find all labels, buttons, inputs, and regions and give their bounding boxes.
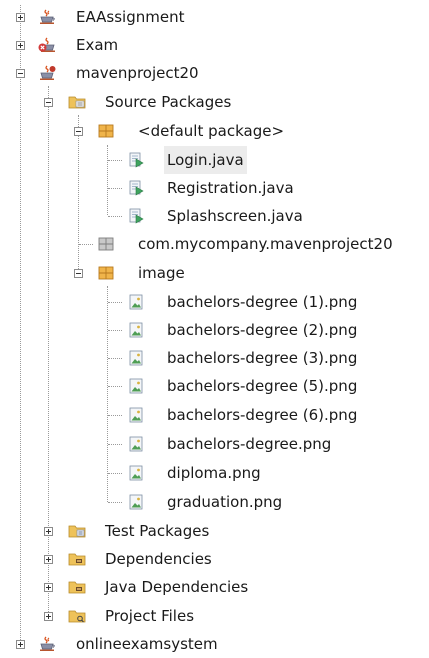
tree-node-image-package[interactable]: image: [0, 259, 429, 287]
tree-node-label: <default package>: [138, 122, 285, 140]
tree-node-label: Splashscreen.java: [167, 207, 303, 225]
tree-node-label: bachelors-degree (1).png: [167, 293, 358, 311]
tree-node-label: com.mycompany.mavenproject20: [138, 235, 393, 253]
expand-toggle[interactable]: [16, 41, 25, 50]
tree-node-default-package[interactable]: <default package>: [0, 117, 429, 145]
tree-node-label: graduation.png: [167, 493, 283, 511]
tree-node-eaassignment[interactable]: EAAssignment: [0, 3, 429, 31]
tree-node-label: image: [138, 264, 185, 282]
tree-node-image-file[interactable]: bachelors-degree (6).png: [0, 401, 429, 429]
tree-node-splashscreen-java[interactable]: Splashscreen.java: [0, 202, 429, 230]
tree-node-label: Dependencies: [105, 550, 212, 568]
tree-node-label: mavenproject20: [76, 64, 199, 82]
tree-node-image-file[interactable]: bachelors-degree (1).png: [0, 288, 429, 316]
tree-node-label: bachelors-degree (6).png: [167, 406, 358, 424]
tree-node-label: Java Dependencies: [105, 578, 249, 596]
image-file-icon: [127, 465, 145, 481]
image-file-icon: [127, 294, 145, 310]
collapse-toggle[interactable]: [16, 69, 25, 78]
collapse-toggle[interactable]: [74, 269, 83, 278]
tree-node-onlineexamsystem[interactable]: onlineexamsystem: [0, 630, 429, 658]
tree-node-source-packages[interactable]: Source Packages: [0, 88, 429, 116]
tree-node-label: bachelors-degree (3).png: [167, 349, 358, 367]
tree-node-image-file[interactable]: bachelors-degree (2).png: [0, 316, 429, 344]
java-file-icon: [127, 208, 145, 224]
image-file-icon: [127, 322, 145, 338]
tree-node-image-file[interactable]: diploma.png: [0, 459, 429, 487]
tree-node-label: onlineexamsystem: [76, 635, 218, 653]
image-file-icon: [127, 378, 145, 394]
tree-node-dependencies[interactable]: Dependencies: [0, 545, 429, 573]
project-tree: EAAssignment Exam mavenproject20 Source …: [0, 0, 429, 656]
java-cup-icon: [38, 636, 56, 652]
tree-node-java-dependencies[interactable]: Java Dependencies: [0, 573, 429, 601]
java-cup-error-icon: [38, 37, 56, 53]
tree-node-image-file[interactable]: graduation.png: [0, 488, 429, 516]
java-file-icon: [127, 152, 145, 168]
image-file-icon: [127, 436, 145, 452]
tree-node-registration-java[interactable]: Registration.java: [0, 174, 429, 202]
expand-toggle[interactable]: [16, 640, 25, 649]
image-file-icon: [127, 407, 145, 423]
tree-node-label: bachelors-degree.png: [167, 435, 332, 453]
tree-node-label: EAAssignment: [76, 8, 185, 26]
expand-toggle[interactable]: [44, 555, 53, 564]
expand-toggle[interactable]: [44, 612, 53, 621]
expand-toggle[interactable]: [44, 527, 53, 536]
collapse-toggle[interactable]: [74, 127, 83, 136]
tree-node-label: Exam: [76, 36, 119, 54]
tree-node-image-file[interactable]: bachelors-degree.png: [0, 430, 429, 458]
java-file-icon: [127, 180, 145, 196]
image-file-icon: [127, 350, 145, 366]
maven-project-icon: [38, 65, 56, 81]
tree-node-label: bachelors-degree (2).png: [167, 321, 358, 339]
tree-node-image-file[interactable]: bachelors-degree (3).png: [0, 344, 429, 372]
tree-node-company-package[interactable]: com.mycompany.mavenproject20: [0, 230, 429, 258]
project-files-folder-icon: [68, 608, 86, 624]
tree-node-exam[interactable]: Exam: [0, 31, 429, 59]
tree-node-label: bachelors-degree (5).png: [167, 377, 358, 395]
test-folder-icon: [68, 523, 86, 539]
package-icon: [97, 123, 115, 139]
tree-node-project-files[interactable]: Project Files: [0, 602, 429, 630]
tree-node-label: Test Packages: [105, 522, 210, 540]
tree-node-label: Registration.java: [167, 179, 294, 197]
tree-node-label: Source Packages: [105, 93, 232, 111]
java-cup-icon: [38, 9, 56, 25]
image-file-icon: [127, 494, 145, 510]
expand-toggle[interactable]: [44, 583, 53, 592]
tree-node-mavenproject20[interactable]: mavenproject20: [0, 59, 429, 87]
package-icon: [97, 265, 115, 281]
tree-node-login-java[interactable]: Login.java: [0, 146, 429, 174]
tree-node-label: diploma.png: [167, 464, 261, 482]
expand-toggle[interactable]: [16, 13, 25, 22]
source-folder-icon: [68, 94, 86, 110]
empty-package-icon: [97, 236, 115, 252]
collapse-toggle[interactable]: [44, 98, 53, 107]
tree-node-test-packages[interactable]: Test Packages: [0, 517, 429, 545]
tree-node-image-file[interactable]: bachelors-degree (5).png: [0, 372, 429, 400]
tree-node-label: Project Files: [105, 607, 195, 625]
tree-node-label: Login.java: [164, 146, 247, 174]
java-dependencies-folder-icon: [68, 579, 86, 595]
dependencies-folder-icon: [68, 551, 86, 567]
